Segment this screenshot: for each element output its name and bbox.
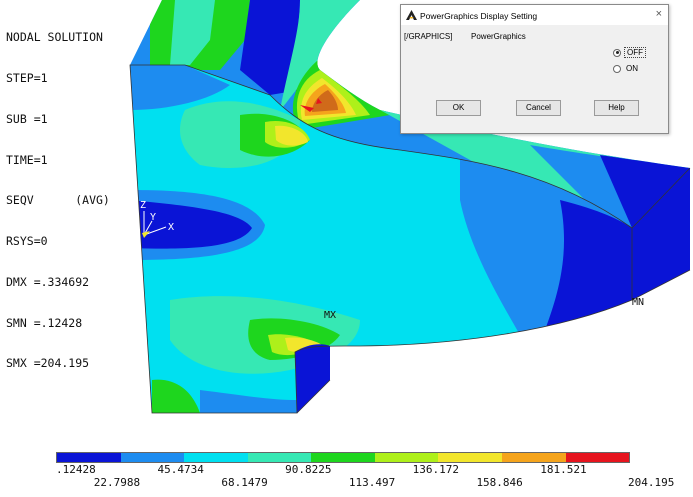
close-icon[interactable]: × xyxy=(656,8,662,20)
axis-z-label: Z xyxy=(140,200,147,211)
legend-swatch xyxy=(501,453,566,462)
legend-value: 90.8225 xyxy=(285,463,332,476)
ansys-logo-icon xyxy=(406,10,417,20)
radio-off-label: OFF xyxy=(624,47,646,58)
dialog-body: [/GRAPHICS] PowerGraphics OFF ON OK Canc… xyxy=(401,25,668,133)
info-line: STEP=1 xyxy=(6,70,48,85)
radio-off[interactable]: OFF xyxy=(613,47,646,58)
legend-value: 204.195 xyxy=(628,476,675,489)
legend-value: 136.172 xyxy=(412,463,460,476)
info-line: SUB =1 xyxy=(6,111,48,126)
info-line: TIME=1 xyxy=(6,152,48,167)
info-line: DMX =.334692 xyxy=(6,274,90,289)
axis-triad-icon: Z Y X xyxy=(138,197,178,241)
radio-off-indicator[interactable] xyxy=(613,48,621,57)
legend-value: 22.7988 xyxy=(93,476,141,489)
legend-value: 181.521 xyxy=(540,463,587,476)
legend-swatch xyxy=(311,453,375,462)
axis-x-label: X xyxy=(168,222,175,233)
powergraphics-dialog: PowerGraphics Display Setting × [/GRAPHI… xyxy=(400,4,669,134)
info-line: SMN =.12428 xyxy=(6,315,83,330)
legend-value: .12428 xyxy=(56,463,96,476)
info-line: RSYS=0 xyxy=(6,234,48,249)
dialog-title: PowerGraphics Display Setting xyxy=(420,11,538,21)
setting-label: PowerGraphics xyxy=(471,32,526,41)
legend-swatch xyxy=(438,453,502,462)
plot-title: NODAL SOLUTION xyxy=(6,30,103,45)
info-line: SMX =204.195 xyxy=(6,356,90,371)
info-line: SEQV (AVG) xyxy=(6,193,110,208)
legend-swatch xyxy=(57,453,121,462)
dialog-titlebar[interactable]: PowerGraphics Display Setting × xyxy=(401,5,668,25)
radio-on[interactable]: ON xyxy=(613,64,640,73)
radio-on-label: ON xyxy=(626,64,638,73)
legend-value: 158.846 xyxy=(476,476,523,489)
max-marker-label: MX xyxy=(324,310,337,321)
legend-value: 45.4734 xyxy=(157,463,204,476)
legend-swatch xyxy=(120,453,185,462)
help-button[interactable]: Help xyxy=(594,100,639,116)
command-label: [/GRAPHICS] xyxy=(404,32,453,41)
contour-legend xyxy=(56,452,630,463)
min-marker-label: MN xyxy=(632,297,645,308)
legend-swatch xyxy=(184,453,248,462)
legend-swatch xyxy=(247,453,312,462)
legend-value: 113.497 xyxy=(348,476,396,489)
legend-swatch xyxy=(565,453,630,462)
bottom-face xyxy=(295,344,330,413)
cancel-button[interactable]: Cancel xyxy=(516,100,561,116)
legend-swatch xyxy=(374,453,439,462)
legend-value: 68.1479 xyxy=(221,476,268,489)
axis-y-label: Y xyxy=(150,212,157,223)
ok-button[interactable]: OK xyxy=(436,100,481,116)
plot-info: NODAL SOLUTION STEP=1 SUB =1 TIME=1 SEQV… xyxy=(6,4,110,398)
radio-on-indicator[interactable] xyxy=(613,64,621,73)
